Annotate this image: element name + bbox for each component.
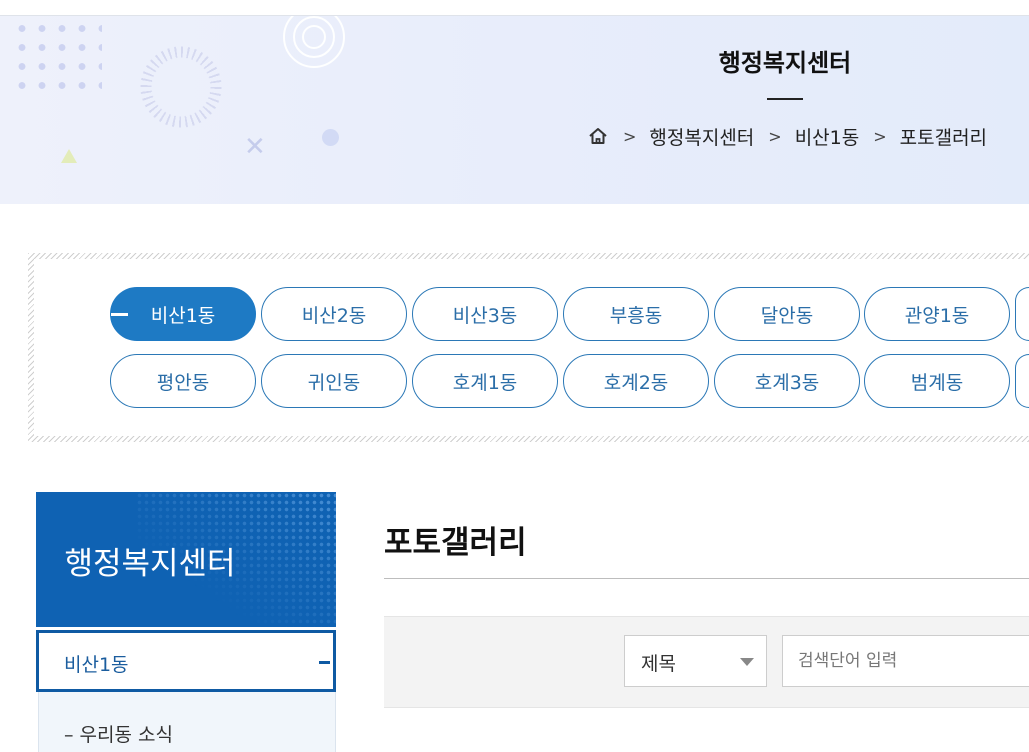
decorative-cross-icon: ✕ [244, 132, 266, 162]
page-title: 행정복지센터 [718, 49, 852, 77]
search-field-select[interactable]: 제목 [624, 635, 767, 687]
dong-tab-bisan1[interactable]: 비산1동 [110, 287, 256, 341]
dong-tab-panel [28, 253, 1029, 442]
breadcrumb: > 행정복지센터 > 비산1동 > 포토갤러리 [587, 123, 987, 149]
decorative-sunburst [140, 46, 222, 128]
chevron-right-icon: > [768, 126, 782, 146]
chevron-right-icon: > [623, 126, 637, 146]
dong-tab-partial[interactable] [1015, 287, 1029, 341]
minus-icon [319, 661, 330, 664]
sidebar-item-label: 비산1동 [64, 654, 129, 676]
dong-tab-bisan3[interactable]: 비산3동 [412, 287, 558, 341]
dong-tab-hogye3[interactable]: 호계3동 [714, 354, 860, 408]
decorative-triangle [61, 149, 77, 163]
sidebar-submenu: – 우리동 소식 [38, 692, 336, 752]
content-title: 포토갤러리 [384, 525, 527, 561]
sidebar-subitem-news[interactable]: – 우리동 소식 [64, 720, 173, 747]
top-strip [0, 0, 1029, 16]
sidebar-title: 행정복지센터 [64, 546, 236, 582]
dong-tab-bisan2[interactable]: 비산2동 [261, 287, 407, 341]
dong-tab-partial[interactable] [1015, 354, 1029, 408]
divider [384, 578, 1029, 579]
breadcrumb-item[interactable]: 비산1동 [795, 123, 860, 150]
dong-tab-hogye1[interactable]: 호계1동 [412, 354, 558, 408]
dong-tab-gwiin[interactable]: 귀인동 [261, 354, 407, 408]
dong-tab-gwanyang1[interactable]: 관양1동 [864, 287, 1010, 341]
active-indicator [111, 313, 128, 316]
dong-tab-daran[interactable]: 달안동 [714, 287, 860, 341]
decorative-dot-grid [12, 19, 102, 101]
dong-tab-pyeongan[interactable]: 평안동 [110, 354, 256, 408]
breadcrumb-item-current: 포토갤러리 [899, 126, 988, 149]
select-value: 제목 [641, 653, 676, 675]
dong-tab-hogye2[interactable]: 호계2동 [563, 354, 709, 408]
search-input[interactable] [782, 635, 1029, 687]
sidebar-item-bisan1[interactable]: 비산1동 [36, 630, 336, 692]
breadcrumb-item[interactable]: 행정복지센터 [649, 123, 754, 150]
dong-tab-beomgye[interactable]: 범계동 [864, 354, 1010, 408]
title-underline [767, 98, 803, 100]
hero-banner: ✕ [0, 16, 1029, 204]
caret-down-icon [740, 658, 754, 666]
decorative-rings [283, 16, 345, 68]
chevron-right-icon: > [873, 126, 887, 146]
decorative-circle [322, 129, 339, 146]
home-icon[interactable] [587, 125, 609, 147]
dong-tab-buheung[interactable]: 부흥동 [563, 287, 709, 341]
